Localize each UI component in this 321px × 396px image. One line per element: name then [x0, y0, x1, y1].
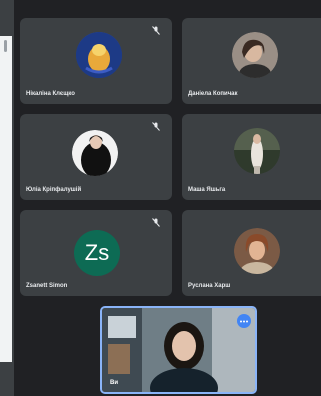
avatar-image — [232, 32, 278, 78]
participant-tile[interactable]: Даніела Копичак — [182, 18, 321, 104]
side-panel-scrollbar[interactable] — [4, 40, 7, 52]
participant-tile[interactable]: Юліа Кріпфалушій — [20, 114, 172, 200]
avatar — [72, 130, 118, 176]
side-panel-content — [0, 36, 12, 362]
avatar-image — [72, 130, 118, 176]
participant-name: Юліа Кріпфалушій — [26, 187, 82, 193]
participant-tile[interactable]: Маша Яшьга — [182, 114, 321, 200]
participant-name: Нікаліна Клєщко — [26, 91, 75, 97]
avatar — [234, 228, 280, 274]
avatar — [234, 128, 280, 174]
self-view-tile[interactable]: Ви — [100, 306, 257, 394]
initials-avatar: Zs — [74, 230, 120, 276]
avatar-image — [234, 228, 280, 274]
self-label: Ви — [110, 380, 119, 386]
avatar-initials: Zs — [84, 240, 110, 265]
avatar-image — [76, 32, 122, 78]
participant-name: Zsanett Simon — [26, 283, 68, 289]
participant-name: Даніела Копичак — [188, 91, 238, 97]
participant-name: Руслана Харш — [188, 283, 231, 289]
participant-tile[interactable]: Zs Zsanett Simon — [20, 210, 172, 296]
participant-tile[interactable]: Руслана Харш — [182, 210, 321, 296]
muted-mic-icon — [152, 26, 160, 35]
avatar — [76, 32, 122, 78]
more-options-button[interactable] — [237, 314, 251, 328]
side-panel — [0, 0, 14, 396]
participant-tile[interactable]: Нікаліна Клєщко — [20, 18, 172, 104]
avatar — [232, 32, 278, 78]
self-video — [102, 308, 255, 392]
muted-mic-icon — [152, 122, 160, 131]
muted-mic-icon — [152, 218, 160, 227]
participant-name: Маша Яшьга — [188, 187, 226, 193]
more-options-icon — [240, 320, 248, 322]
avatar-image — [234, 128, 280, 174]
